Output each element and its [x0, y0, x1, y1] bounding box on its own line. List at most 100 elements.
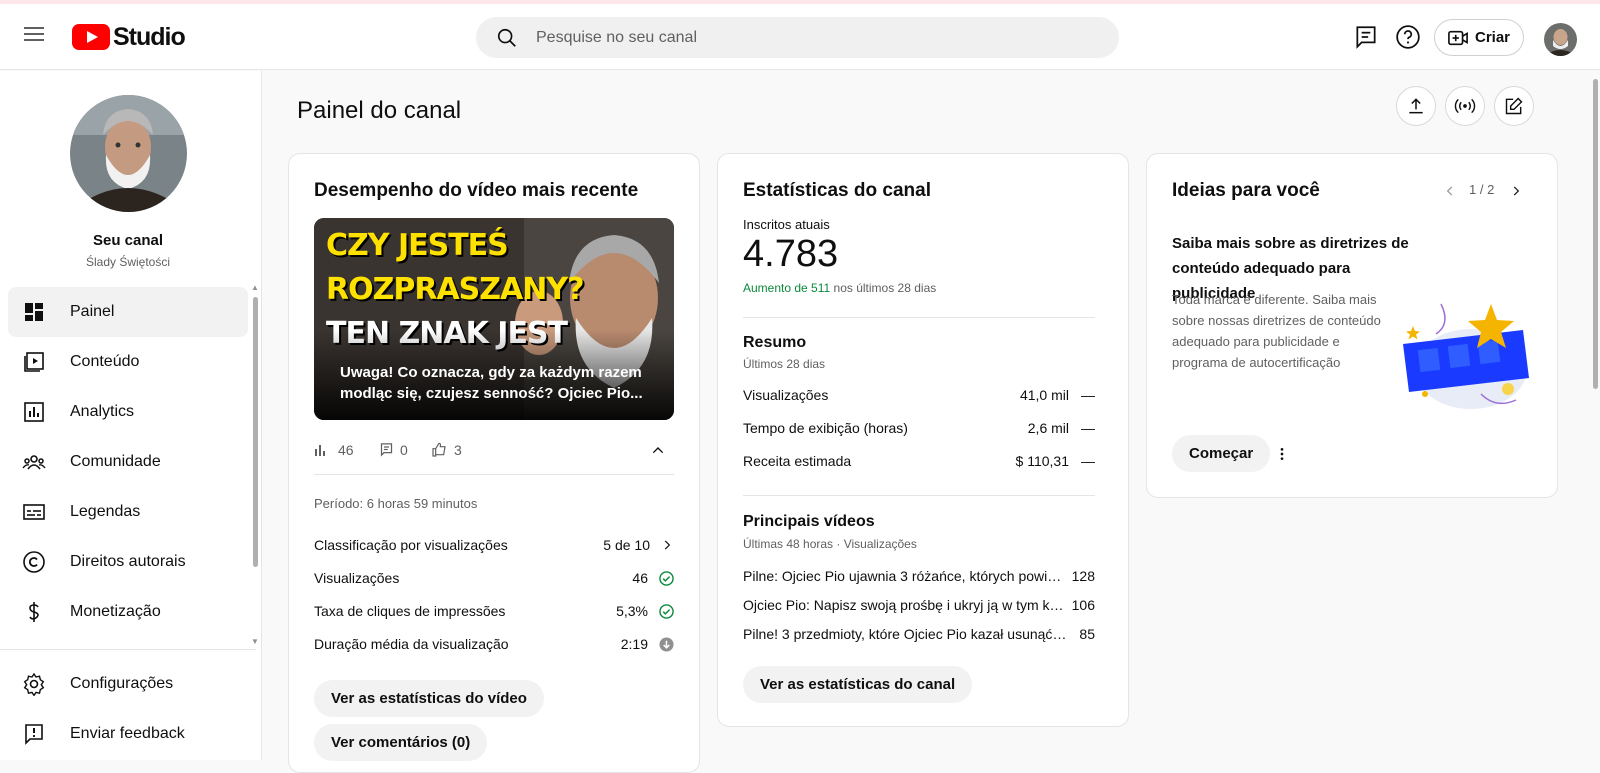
top-video-row[interactable]: Ojciec Pio: Napisz swoją prośbę i ukryj … [743, 595, 1095, 615]
sidebar-item-painel[interactable]: Painel [8, 287, 248, 337]
chevron-right-icon[interactable] [1509, 184, 1523, 198]
view-channel-stats-button[interactable]: Ver as estatísticas do canal [743, 666, 973, 703]
summary-value: 2,6 mil [1027, 420, 1069, 436]
sidebar-item-label: Configurações [70, 675, 174, 692]
channel-name: Ślady Świętości [85, 255, 171, 269]
growth-period: nos últimos 28 dias [833, 281, 937, 295]
summary-watchtime-row: Tempo de exibição (horas) 2,6 mil — [743, 418, 1095, 438]
search-input[interactable]: Pesquise no seu canal [536, 29, 697, 47]
go-live-button[interactable] [1445, 86, 1485, 126]
subscribers-growth: Aumento de 511 nos últimos 28 dias [743, 281, 936, 295]
logo-text: Studio [113, 22, 186, 51]
upload-icon [1409, 98, 1423, 114]
sidebar-bottom-nav: Configurações Enviar feedback [8, 659, 248, 759]
page-scrollbar[interactable] [1591, 71, 1600, 760]
metric-rank-row[interactable]: Classificação por visualizações 5 de 10 [314, 535, 674, 555]
summary-label: Visualizações [743, 387, 829, 403]
help-icon[interactable] [1395, 24, 1421, 50]
menu-icon[interactable] [20, 23, 48, 51]
sidebar-item-label: Comunidade [70, 453, 161, 470]
metric-label: Taxa de cliques de impressões [314, 603, 506, 619]
page-title: Painel do canal [297, 97, 462, 124]
sidebar-item-conteudo[interactable]: Conteúdo [8, 337, 248, 387]
settings-icon [23, 672, 45, 696]
like-icon [432, 442, 446, 457]
main-content: Painel do canal Desempenho do vídeo mais… [262, 71, 1600, 773]
summary-title: Resumo [743, 334, 807, 351]
sidebar-item-analytics[interactable]: Analytics [8, 387, 248, 437]
sidebar-item-legendas[interactable]: Legendas [8, 487, 248, 537]
video-title[interactable]: Uwaga! Co oznacza, gdy za każdym razem m… [340, 362, 650, 404]
arrow-down-circle-icon [659, 637, 674, 652]
summary-revenue-row: Receita estimada $ 110,31 — [743, 451, 1095, 471]
search-box[interactable]: Pesquise no seu canal [476, 17, 1119, 58]
sidebar-item-label: Legendas [70, 503, 141, 520]
metric-value: 5,3% [616, 603, 648, 619]
top-video-row[interactable]: Pilne! 3 przedmioty, które Ojciec Pio ka… [743, 624, 1095, 644]
video-thumbnail[interactable]: CZY JESTEŚ ROZPRASZANY? TEN ZNAK JEST Uw… [314, 218, 674, 420]
ideas-pager: 1 / 2 [1469, 182, 1495, 197]
sidebar-scroll-down[interactable]: ▼ [251, 637, 259, 646]
create-post-button[interactable] [1494, 86, 1534, 126]
metric-value: 46 [632, 570, 648, 586]
idea-description: Toda marca é diferente. Saiba mais sobre… [1172, 292, 1381, 370]
dashboard-icon [25, 303, 43, 321]
latest-video-card: Desempenho do vídeo mais recente CZY JES… [288, 153, 700, 773]
more-vert-icon[interactable] [1274, 446, 1290, 462]
sidebar-item-comunidade[interactable]: Comunidade [8, 437, 248, 487]
sidebar-item-direitos-autorais[interactable]: Direitos autorais [8, 537, 248, 587]
create-button[interactable]: Criar [1434, 19, 1524, 56]
sidebar-item-label: Painel [70, 303, 115, 320]
analytics-icon [24, 402, 44, 422]
top-videos-title: Principais vídeos [743, 513, 875, 530]
subtitles-icon [23, 504, 45, 520]
create-label: Criar [1475, 29, 1511, 46]
create-video-icon [1448, 30, 1468, 45]
ideas-card: Ideias para você 1 / 2 Saiba mais sobre … [1146, 153, 1558, 498]
sidebar-item-monetizacao[interactable]: Monetização [8, 587, 248, 637]
summary-value: 41,0 mil [1019, 387, 1069, 403]
channel-title: Seu canal [92, 232, 164, 249]
edit-icon [1505, 97, 1523, 115]
channel-avatar[interactable] [70, 95, 187, 212]
top-bar: Studio Pesquise no seu canal Criar [0, 4, 1600, 70]
summary-label: Tempo de exibição (horas) [743, 420, 908, 436]
messages-icon[interactable] [1353, 24, 1379, 50]
feedback-icon [25, 724, 43, 745]
start-button[interactable]: Começar [1172, 435, 1271, 472]
studio-logo[interactable]: Studio [72, 22, 186, 52]
subscribers-label: Inscritos atuais [743, 217, 830, 232]
upload-button[interactable] [1396, 86, 1436, 126]
comments-count: 0 [400, 442, 408, 458]
top-video-row[interactable]: Pilne: Ojciec Pio ujawnia 3 różańce, któ… [743, 566, 1095, 586]
youtube-play-icon [72, 24, 110, 50]
summary-label: Receita estimada [743, 453, 852, 469]
sidebar-item-label: Conteúdo [70, 353, 140, 370]
content-icon [24, 352, 44, 372]
chevron-left-icon[interactable] [1443, 184, 1457, 198]
metric-avg-duration-row: Duração média da visualização 2:19 [314, 634, 674, 654]
account-avatar[interactable] [1544, 23, 1577, 56]
chevron-up-icon[interactable] [650, 442, 666, 458]
likes-count: 3 [454, 442, 462, 458]
metric-views-row: Visualizações 46 [314, 568, 674, 588]
monetization-icon [29, 602, 39, 622]
top-video-title: Pilne: Ojciec Pio ujawnia 3 różańce, któ… [743, 568, 1069, 584]
chevron-right-icon[interactable] [660, 538, 674, 552]
page-scrollbar-thumb[interactable] [1593, 79, 1598, 389]
growth-highlight: Aumento de 511 [743, 281, 831, 295]
summary-value: $ 110,31 [1015, 453, 1069, 469]
copyright-icon [23, 551, 45, 573]
sidebar-scroll-up[interactable]: ▲ [251, 283, 259, 292]
view-video-stats-button[interactable]: Ver as estatísticas do vídeo [314, 680, 544, 717]
sidebar-item-label: Enviar feedback [70, 725, 185, 742]
top-videos-period: Últimas 48 horas · Visualizações [743, 537, 917, 551]
card-title: Ideias para você [1172, 180, 1320, 201]
thumbnail-line-1: CZY JESTEŚ [326, 228, 509, 263]
view-comments-button[interactable]: Ver comentários (0) [314, 724, 488, 761]
check-circle-icon [659, 604, 674, 619]
summary-trend: — [1081, 453, 1095, 469]
sidebar-scrollbar[interactable] [253, 297, 258, 567]
sidebar-item-configuracoes[interactable]: Configurações [8, 659, 248, 709]
sidebar-item-enviar-feedback[interactable]: Enviar feedback [8, 709, 248, 759]
